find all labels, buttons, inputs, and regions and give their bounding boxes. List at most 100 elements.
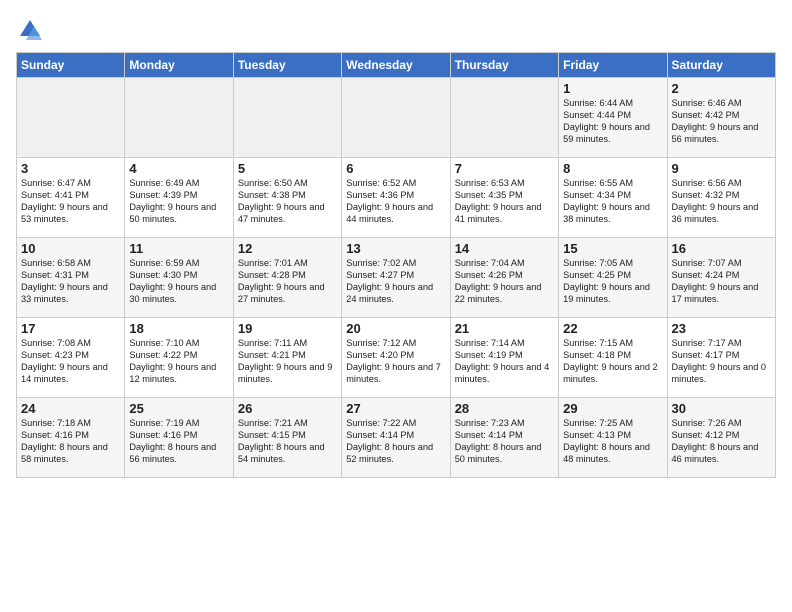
day-info: Daylight: 8 hours and 56 minutes. (129, 442, 228, 466)
day-info: Daylight: 9 hours and 33 minutes. (21, 282, 120, 306)
day-number: 11 (129, 241, 228, 256)
calendar-cell: 25 Sunrise: 7:19 AMSunset: 4:16 PMDayligh… (125, 398, 233, 478)
calendar-cell: 17Sunrise: 7:08 AMSunset: 4:23 PMDayligh… (17, 318, 125, 398)
day-info: Sunrise: 6:55 AM (563, 178, 662, 190)
calendar-week-row: 10Sunrise: 6:58 AMSunset: 4:31 PMDayligh… (17, 238, 776, 318)
day-info: Sunset: 4:12 PM (672, 430, 771, 442)
calendar-cell: 12 Sunrise: 7:01 AMSunset: 4:28 PMDayligh… (233, 238, 341, 318)
day-number: 20 (346, 321, 445, 336)
day-info: Sunrise: 7:02 AM (346, 258, 445, 270)
day-number: 15 (563, 241, 662, 256)
weekday-header: Wednesday (342, 53, 450, 78)
day-info: Sunrise: 7:12 AM (346, 338, 445, 350)
day-info: Sunrise: 7:01 AM (238, 258, 337, 270)
day-number: 1 (563, 81, 662, 96)
day-info: Sunset: 4:22 PM (129, 350, 228, 362)
calendar-cell: 21Sunrise: 7:14 AMSunset: 4:19 PMDayligh… (450, 318, 558, 398)
day-info: Sunset: 4:16 PM (129, 430, 228, 442)
day-info: Daylight: 9 hours and 27 minutes. (238, 282, 337, 306)
day-info: Daylight: 9 hours and 22 minutes. (455, 282, 554, 306)
day-info: Sunset: 4:25 PM (563, 270, 662, 282)
calendar-cell: 18Sunrise: 7:10 AMSunset: 4:22 PMDayligh… (125, 318, 233, 398)
day-info: Sunset: 4:38 PM (238, 190, 337, 202)
day-info: Sunrise: 7:10 AM (129, 338, 228, 350)
day-info: Daylight: 9 hours and 2 minutes. (563, 362, 662, 386)
day-info: Sunrise: 6:50 AM (238, 178, 337, 190)
calendar-cell: 1Sunrise: 6:44 AMSunset: 4:44 PMDaylight… (559, 78, 667, 158)
weekday-header: Monday (125, 53, 233, 78)
day-number: 28 (455, 401, 554, 416)
weekday-header: Sunday (17, 53, 125, 78)
day-info: Daylight: 9 hours and 30 minutes. (129, 282, 228, 306)
page-container: SundayMondayTuesdayWednesdayThursdayFrid… (0, 0, 792, 486)
calendar-cell: 19Sunrise: 7:11 AMSunset: 4:21 PMDayligh… (233, 318, 341, 398)
day-info: Sunset: 4:42 PM (672, 110, 771, 122)
day-number: 24 (21, 401, 120, 416)
day-info: Daylight: 9 hours and 19 minutes. (563, 282, 662, 306)
day-info: Sunset: 4:26 PM (455, 270, 554, 282)
calendar-cell: 28Sunrise: 7:23 AMSunset: 4:14 PMDayligh… (450, 398, 558, 478)
calendar-cell: 24Sunrise: 7:18 AMSunset: 4:16 PMDayligh… (17, 398, 125, 478)
calendar-cell: 7Sunrise: 6:53 AMSunset: 4:35 PMDaylight… (450, 158, 558, 238)
day-info: Sunset: 4:44 PM (563, 110, 662, 122)
day-info: Daylight: 9 hours and 4 minutes. (455, 362, 554, 386)
day-info: Daylight: 9 hours and 0 minutes. (672, 362, 771, 386)
calendar-week-row: 17Sunrise: 7:08 AMSunset: 4:23 PMDayligh… (17, 318, 776, 398)
day-number: 10 (21, 241, 120, 256)
calendar-week-row: 24Sunrise: 7:18 AMSunset: 4:16 PMDayligh… (17, 398, 776, 478)
day-info: Sunrise: 6:44 AM (563, 98, 662, 110)
day-info: Sunset: 4:14 PM (455, 430, 554, 442)
day-info: Daylight: 9 hours and 14 minutes. (21, 362, 120, 386)
day-info: Sunrise: 7:22 AM (346, 418, 445, 430)
calendar-cell: 23Sunrise: 7:17 AMSunset: 4:17 PMDayligh… (667, 318, 775, 398)
weekday-header: Thursday (450, 53, 558, 78)
day-info: Sunset: 4:27 PM (346, 270, 445, 282)
day-info: Daylight: 8 hours and 46 minutes. (672, 442, 771, 466)
day-info: Sunrise: 6:46 AM (672, 98, 771, 110)
day-info: Sunrise: 7:21 AM (238, 418, 337, 430)
day-info: Daylight: 9 hours and 17 minutes. (672, 282, 771, 306)
day-number: 22 (563, 321, 662, 336)
calendar-week-row: 3Sunrise: 6:47 AMSunset: 4:41 PMDaylight… (17, 158, 776, 238)
day-info: Sunrise: 6:59 AM (129, 258, 228, 270)
calendar-cell: 29Sunrise: 7:25 AMSunset: 4:13 PMDayligh… (559, 398, 667, 478)
day-number: 9 (672, 161, 771, 176)
day-number: 21 (455, 321, 554, 336)
day-info: Sunrise: 7:05 AM (563, 258, 662, 270)
calendar-cell: 8Sunrise: 6:55 AMSunset: 4:34 PMDaylight… (559, 158, 667, 238)
calendar-week-row: 1Sunrise: 6:44 AMSunset: 4:44 PMDaylight… (17, 78, 776, 158)
day-number: 27 (346, 401, 445, 416)
day-number: 18 (129, 321, 228, 336)
calendar-cell: 16Sunrise: 7:07 AMSunset: 4:24 PMDayligh… (667, 238, 775, 318)
day-number: 3 (21, 161, 120, 176)
day-info: Sunset: 4:20 PM (346, 350, 445, 362)
day-info: Sunset: 4:19 PM (455, 350, 554, 362)
day-info: Daylight: 8 hours and 54 minutes. (238, 442, 337, 466)
day-number: 12 (238, 241, 337, 256)
day-info: Sunrise: 7:18 AM (21, 418, 120, 430)
day-number: 30 (672, 401, 771, 416)
day-info: Daylight: 9 hours and 44 minutes. (346, 202, 445, 226)
logo-icon (16, 16, 44, 44)
day-info: Sunrise: 7:19 AM (129, 418, 228, 430)
weekday-header: Friday (559, 53, 667, 78)
day-info: Sunrise: 6:49 AM (129, 178, 228, 190)
weekday-header: Saturday (667, 53, 775, 78)
day-info: Daylight: 9 hours and 53 minutes. (21, 202, 120, 226)
day-info: Daylight: 8 hours and 52 minutes. (346, 442, 445, 466)
day-info: Sunset: 4:35 PM (455, 190, 554, 202)
day-number: 25 (129, 401, 228, 416)
day-info: Sunrise: 7:17 AM (672, 338, 771, 350)
day-info: Sunset: 4:24 PM (672, 270, 771, 282)
day-number: 14 (455, 241, 554, 256)
day-info: Daylight: 8 hours and 58 minutes. (21, 442, 120, 466)
day-info: Daylight: 9 hours and 9 minutes. (238, 362, 337, 386)
day-info: Sunrise: 7:23 AM (455, 418, 554, 430)
day-info: Sunset: 4:28 PM (238, 270, 337, 282)
calendar-cell: 9Sunrise: 6:56 AMSunset: 4:32 PMDaylight… (667, 158, 775, 238)
day-info: Sunset: 4:23 PM (21, 350, 120, 362)
calendar-cell (342, 78, 450, 158)
calendar-cell (17, 78, 125, 158)
calendar-cell (233, 78, 341, 158)
calendar-cell: 2Sunrise: 6:46 AMSunset: 4:42 PMDaylight… (667, 78, 775, 158)
